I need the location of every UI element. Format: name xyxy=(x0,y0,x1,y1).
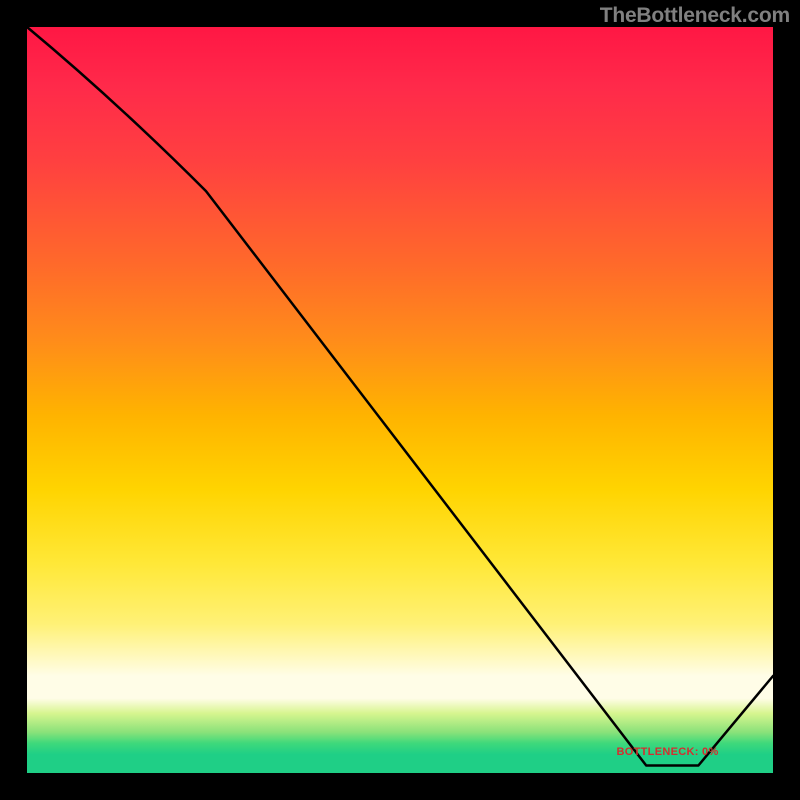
watermark-text: TheBottleneck.com xyxy=(600,4,790,28)
bottleneck-label: BOTTLENECK: 0% xyxy=(617,746,719,758)
chart-frame: BOTTLENECK: 0% TheBottleneck.com xyxy=(0,0,800,800)
bottleneck-line xyxy=(27,27,773,773)
